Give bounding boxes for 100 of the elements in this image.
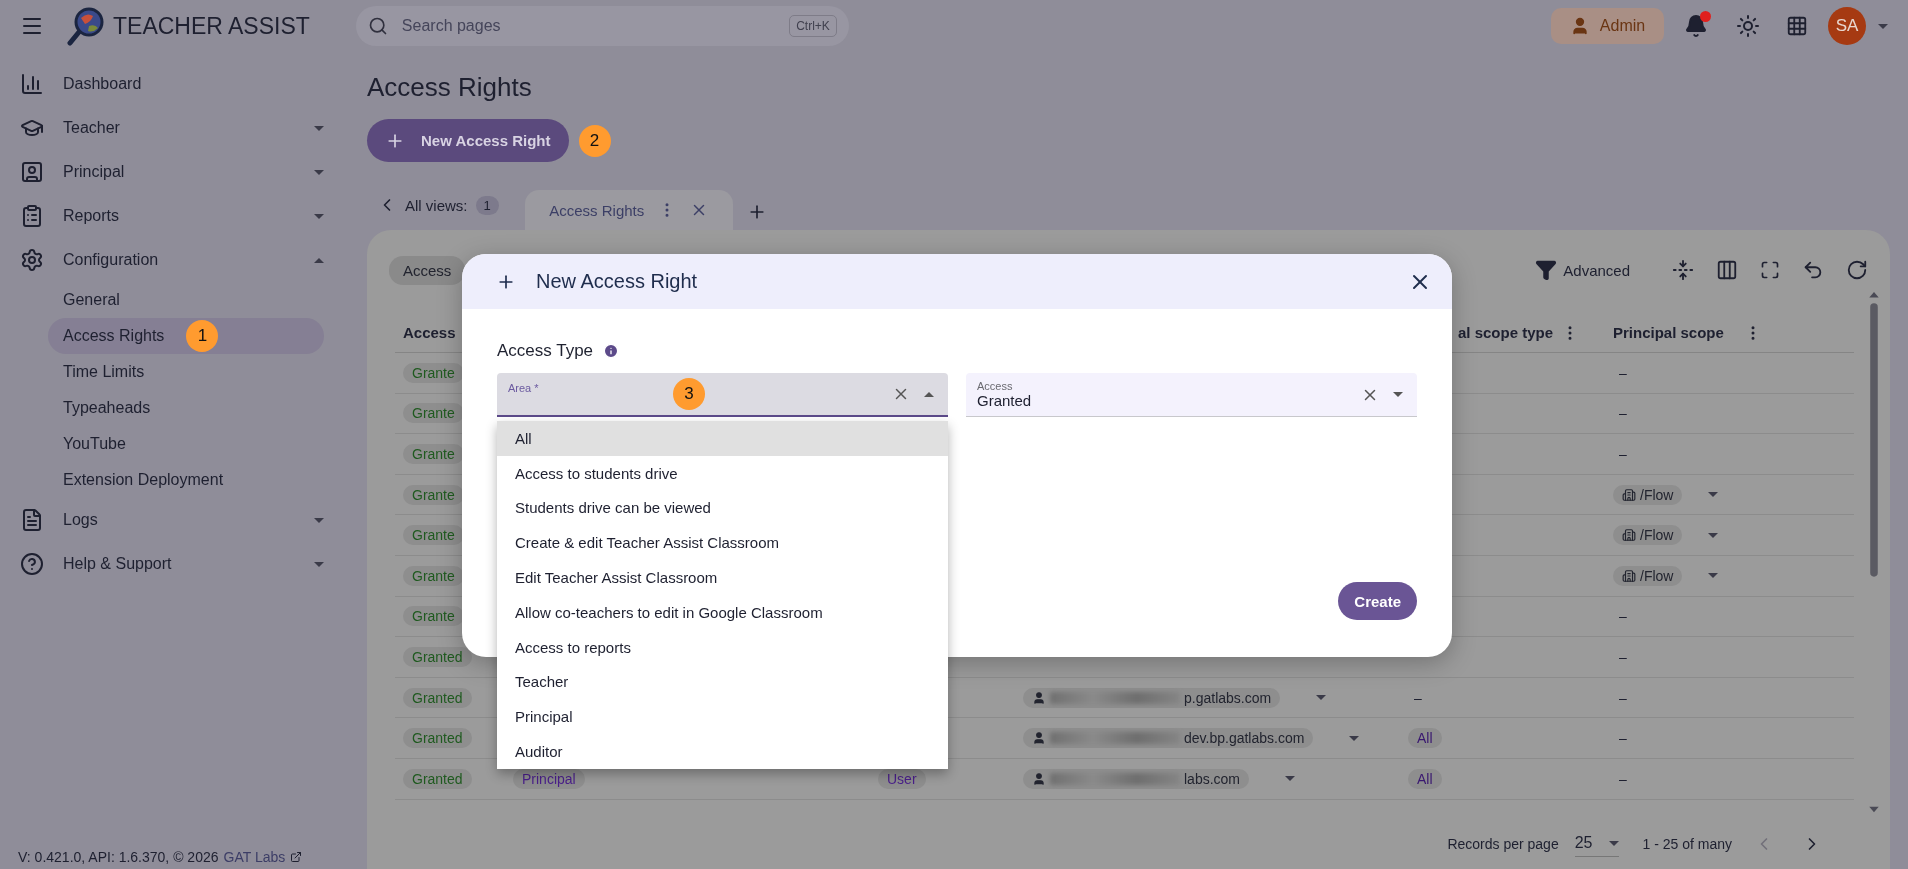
access-status: Grante (403, 444, 464, 464)
info-icon[interactable] (603, 343, 620, 359)
section-title: Access Type (497, 341, 594, 361)
dropdown-option[interactable]: Principal (497, 699, 948, 735)
scope-tag: All (1408, 768, 1442, 789)
caret-icon[interactable] (314, 169, 324, 175)
column-header[interactable]: Access (403, 324, 456, 341)
area-tag: Principal (513, 768, 585, 789)
empty-value: – (1413, 689, 1422, 706)
user-avatar[interactable]: SA (1828, 7, 1866, 45)
sidebar-subitem[interactable]: Extension Deployment (48, 462, 324, 498)
caret-icon[interactable] (314, 517, 324, 523)
subitem-label: Typeaheads (63, 399, 151, 417)
app-title: TEACHER ASSIST (113, 12, 310, 40)
principal-chip: p.gatlabs.com (1023, 687, 1281, 708)
access-status: Grante (403, 403, 464, 424)
caret-icon[interactable] (1285, 776, 1296, 782)
access-status: Granted (403, 768, 472, 789)
view-tab[interactable]: Access Rights (524, 190, 733, 230)
org-unit-chip: /Flow (1613, 525, 1683, 546)
sidebar-subitem[interactable]: Time Limits (48, 354, 324, 390)
caret-icon[interactable] (1708, 573, 1719, 579)
page-range: 1 - 25 of many (1642, 835, 1732, 852)
sidebar-item[interactable]: Configuration (14, 238, 324, 282)
sidebar-subitem[interactable]: YouTube (48, 426, 324, 462)
dropdown-option[interactable]: Create & edit Teacher Assist Classroom (497, 525, 948, 561)
caret-icon[interactable] (314, 257, 324, 263)
select-field[interactable]: Access Granted (966, 373, 1417, 417)
access-status: Granted (403, 646, 472, 667)
caret-icon[interactable] (1349, 735, 1360, 741)
sidebar-subitem[interactable]: Access Rights 1 (48, 318, 324, 354)
filter-chip[interactable]: Access (389, 255, 466, 285)
dropdown-option[interactable]: Edit Teacher Assist Classroom (497, 560, 948, 595)
new-access-right-button[interactable]: New Access Right (367, 119, 569, 162)
empty-value: – (1618, 446, 1627, 462)
access-status: Granted (403, 687, 472, 708)
dropdown-option[interactable]: Access to students drive (497, 455, 948, 491)
access-status: Grante (403, 565, 464, 586)
create-button[interactable]: Create (1338, 582, 1417, 620)
empty-value: – (1618, 364, 1627, 381)
select-field[interactable]: Area * 3 (497, 373, 948, 417)
sidebar-item[interactable]: Help & Support (14, 542, 324, 586)
role-button[interactable]: Admin (1551, 8, 1664, 44)
principal-chip: labs.com (1023, 768, 1250, 789)
refresh-icon[interactable] (1846, 259, 1868, 281)
empty-value: – (1618, 770, 1627, 787)
all-views-button[interactable]: All views: 1 (367, 190, 511, 230)
access-status: Granted (403, 728, 472, 749)
fullscreen-icon[interactable] (1760, 260, 1780, 280)
dropdown-option[interactable]: All (497, 421, 948, 456)
filter-icon (1535, 259, 1558, 281)
person-icon (1032, 690, 1046, 705)
advanced-filter-button[interactable]: Advanced (1529, 258, 1636, 282)
caret-icon[interactable] (314, 125, 324, 131)
dropdown-option[interactable]: Access to reports (497, 629, 948, 665)
caret-icon[interactable] (1708, 492, 1719, 498)
access-status: Grante (403, 606, 464, 627)
apps-grid-icon[interactable] (1786, 15, 1808, 37)
page-title: Access Rights (367, 72, 533, 102)
undo-icon[interactable] (1802, 259, 1824, 281)
clipboard-icon (20, 204, 44, 228)
dropdown-option[interactable]: Teacher (497, 664, 948, 700)
principal-type-tag: User (878, 768, 926, 789)
person-icon (20, 160, 44, 184)
sidebar-item[interactable]: Teacher (14, 106, 324, 150)
scope-tag: All (1408, 728, 1442, 749)
dropdown-option[interactable]: Auditor (497, 734, 948, 769)
page-size-select[interactable]: 25 (1574, 830, 1619, 857)
sidebar-subitem[interactable]: Typeaheads (48, 390, 324, 426)
caret-icon[interactable] (1608, 840, 1619, 846)
columns-icon[interactable] (1716, 259, 1738, 281)
caret-icon[interactable] (314, 213, 324, 219)
caret-icon[interactable] (1393, 392, 1403, 397)
caret-icon[interactable] (1316, 695, 1327, 701)
density-icon[interactable] (1672, 259, 1694, 281)
dropdown-option[interactable]: Allow co-teachers to edit in Google Classroom (497, 595, 948, 630)
dropdown-option[interactable]: Students drive can be viewed (497, 490, 948, 526)
company-link[interactable]: GAT Labs (223, 849, 286, 865)
sidebar-subitem[interactable]: General (48, 282, 324, 318)
subitem-label: YouTube (63, 435, 126, 453)
column-header[interactable]: al scope type (1457, 324, 1553, 341)
sun-icon[interactable] (1736, 14, 1760, 38)
sidebar-item[interactable]: Dashboard (14, 62, 324, 106)
tab-label: Access Rights (549, 201, 645, 219)
subitem-label: General (63, 291, 120, 309)
sidebar-item[interactable]: Principal (14, 150, 324, 194)
caret-icon[interactable] (314, 561, 324, 567)
building-icon (1622, 528, 1636, 543)
settings-icon (20, 248, 44, 272)
building-icon (1622, 568, 1636, 583)
subitem-label: Time Limits (63, 363, 145, 381)
caret-icon[interactable] (1708, 532, 1719, 538)
sidebar-item[interactable]: Reports (14, 194, 324, 238)
bell-icon[interactable] (1684, 14, 1708, 38)
caret-icon[interactable] (924, 391, 934, 397)
caret-icon[interactable] (1878, 23, 1888, 29)
sidebar-item[interactable]: Logs (14, 498, 324, 542)
external-link-icon (290, 851, 303, 863)
search-field[interactable]: Search pages Ctrl+K (355, 6, 849, 46)
column-header[interactable]: Principal scope (1613, 324, 1724, 341)
